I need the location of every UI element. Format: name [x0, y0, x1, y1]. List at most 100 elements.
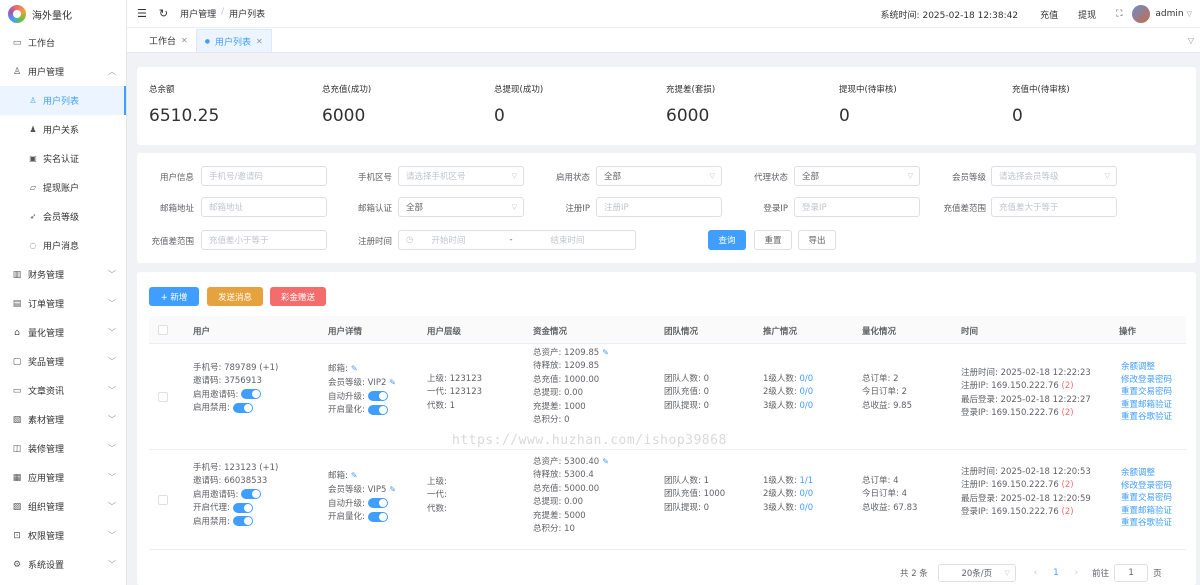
close-icon[interactable]: ✕	[256, 37, 263, 46]
sidebar-item-org[interactable]: ▨ 组织管理 ﹀	[0, 492, 126, 521]
current-page[interactable]: 1	[1053, 568, 1058, 578]
sidebar-subitem-chat[interactable]: ◌ 用户消息	[0, 231, 126, 260]
sidebar-item-order[interactable]: ▤ 订单管理 ﹀	[0, 289, 126, 318]
select-all-checkbox[interactable]	[158, 325, 168, 335]
tab-dashboard[interactable]: 工作台 ✕	[141, 29, 196, 52]
member-level-select[interactable]: 请选择会员等级 ▽	[991, 166, 1117, 186]
edit-icon[interactable]: ✎	[389, 378, 396, 387]
operation-link[interactable]: 修改登录密码	[1121, 480, 1172, 493]
toggle-switch[interactable]	[367, 391, 388, 402]
refresh-icon[interactable]: ↻	[159, 7, 168, 20]
sidebar-item-settings[interactable]: ⚙ 系统设置 ﹀	[0, 550, 126, 579]
sidebar-item-quant[interactable]: ⌂ 量化管理 ﹀	[0, 318, 126, 347]
sidebar-subitem-user-relation[interactable]: ♟ 用户关系	[0, 115, 126, 144]
sidebar-item-article[interactable]: ▭ 文章资讯 ﹀	[0, 376, 126, 405]
edit-icon[interactable]: ✎	[351, 364, 358, 373]
edit-icon[interactable]: ✎	[389, 485, 396, 494]
edit-icon[interactable]: ✎	[351, 471, 358, 480]
promo-value[interactable]: 0/0	[799, 387, 813, 397]
operation-link[interactable]: 重置交易密码	[1121, 492, 1172, 505]
email-verify-select[interactable]: 全部 ▽	[398, 197, 524, 217]
menu-toggle-icon[interactable]: ☰	[137, 7, 147, 20]
stat-card: 充值中(待审核) 0	[1012, 83, 1070, 126]
next-page-icon[interactable]: ›	[1075, 568, 1078, 578]
add-button[interactable]: + 新增	[149, 287, 199, 306]
promo-value[interactable]: 0/0	[799, 401, 813, 411]
tab-user-list[interactable]: ● 用户列表 ✕	[195, 29, 272, 52]
promo-value[interactable]: 0/0	[799, 503, 813, 513]
operation-link[interactable]: 重置邮箱验证	[1121, 399, 1172, 412]
operation-link[interactable]: 余额调整	[1121, 467, 1172, 480]
toggle-switch[interactable]	[232, 402, 253, 413]
team-field: 团队提现: 0	[664, 502, 709, 513]
fullscreen-icon[interactable]: ⛶	[1116, 9, 1122, 19]
prev-page-icon[interactable]: ‹	[1034, 568, 1037, 578]
query-button[interactable]: 查询	[708, 230, 746, 250]
toggle-switch[interactable]	[232, 502, 253, 513]
toggle-switch[interactable]	[367, 404, 388, 415]
promo-value[interactable]: 1/1	[799, 476, 813, 486]
close-icon[interactable]: ✕	[181, 36, 188, 45]
promo-value[interactable]: 0/0	[799, 489, 813, 499]
row-checkbox[interactable]	[158, 392, 168, 402]
toggle-switch[interactable]	[232, 516, 253, 527]
toggle-switch[interactable]	[367, 498, 388, 509]
sidebar-item-decorate[interactable]: ◫ 装修管理 ﹀	[0, 434, 126, 463]
sidebar-subitem-folder[interactable]: ▱ 提现账户	[0, 173, 126, 202]
sidebar-item-material[interactable]: ▧ 素材管理 ﹀	[0, 405, 126, 434]
edit-icon[interactable]: ✎	[602, 348, 609, 357]
login-ip-input[interactable]: 登录IP	[794, 197, 920, 217]
toggle-switch[interactable]	[241, 389, 262, 400]
breadcrumb-item[interactable]: 用户管理	[180, 7, 216, 20]
operation-link[interactable]: 重置谷歌验证	[1121, 517, 1172, 530]
row-checkbox[interactable]	[158, 495, 168, 505]
phone-area-select[interactable]: 请选择手机区号 ▽	[398, 166, 524, 186]
sidebar-item-gift[interactable]: ▢ 奖品管理 ﹀	[0, 347, 126, 376]
goto-page-input[interactable]: 1	[1114, 564, 1149, 582]
member-level-label: 会员等级	[951, 173, 986, 183]
sidebar-subitem-idcard[interactable]: ▣ 实名认证	[0, 144, 126, 173]
email-address-input[interactable]: 邮箱地址	[201, 197, 327, 217]
sidebar-subitem-user-list[interactable]: ♙ 用户列表	[0, 86, 126, 115]
export-button[interactable]: 导出	[798, 230, 836, 250]
page-size-select[interactable]: 20条/页 ▽	[937, 564, 1016, 582]
bonus-button[interactable]: 彩金赠送	[270, 287, 326, 306]
sidebar-item-lock[interactable]: ⊡ 权限管理 ﹀	[0, 521, 126, 550]
operation-link[interactable]: 重置谷歌验证	[1121, 411, 1172, 424]
avatar[interactable]	[1132, 5, 1151, 23]
brand[interactable]: 海外量化	[0, 0, 126, 28]
recharge-diff-max-input[interactable]: 充值差小于等于	[201, 230, 327, 250]
sidebar-item-label: 财务管理	[28, 271, 65, 281]
recharge-link[interactable]: 充值	[1040, 8, 1058, 21]
end-time-input[interactable]: 结束时间	[551, 234, 585, 246]
edit-icon[interactable]: ✎	[602, 457, 609, 466]
tabs-more-icon[interactable]: ▽	[1188, 36, 1194, 45]
operation-link[interactable]: 重置邮箱验证	[1121, 505, 1172, 518]
user-info-input[interactable]: 手机号/邀请码	[201, 166, 327, 186]
sidebar-subitem-label: 用户消息	[43, 242, 80, 252]
user-detail-cell-line: 邮箱: ✎	[328, 362, 396, 376]
recharge-diff-min-input[interactable]: 充值差大于等于	[991, 197, 1117, 217]
operation-link[interactable]: 余额调整	[1121, 361, 1172, 374]
operation-link[interactable]: 修改登录密码	[1121, 374, 1172, 387]
toggle-switch[interactable]	[367, 511, 388, 522]
withdraw-link[interactable]: 提现	[1078, 8, 1096, 21]
start-time-input[interactable]: 开始时间	[431, 234, 465, 246]
send-message-button[interactable]: 发送消息	[207, 287, 263, 306]
operation-link[interactable]: 重置交易密码	[1121, 386, 1172, 399]
promo-value[interactable]: 0/0	[799, 374, 813, 384]
register-ip-input[interactable]: 注册IP	[596, 197, 722, 217]
sidebar-subitem-rocket[interactable]: ➶ 会员等级	[0, 202, 126, 231]
agent-status-select[interactable]: 全部 ▽	[794, 166, 920, 186]
sidebar-item-app[interactable]: ▦ 应用管理 ﹀	[0, 463, 126, 492]
sidebar-item-user-management[interactable]: ♙ 用户管理 ︿	[0, 57, 126, 86]
reset-button[interactable]: 重置	[754, 230, 792, 250]
register-time-range[interactable]: ◷ 开始时间 - 结束时间	[398, 230, 636, 250]
enable-status-select[interactable]: 全部 ▽	[596, 166, 722, 186]
user-name[interactable]: admin	[1155, 9, 1183, 19]
user-detail-cell: 邮箱: ✎ 会员等级: VIP5 ✎ 自动升级: 开启量化:	[328, 469, 396, 525]
toggle-switch[interactable]	[241, 489, 262, 500]
sidebar-item-chart[interactable]: ▥ 财务管理 ﹀	[0, 260, 126, 289]
sidebar-item-dashboard[interactable]: ▭ 工作台	[0, 28, 126, 57]
user-dropdown-icon[interactable]: ▽	[1187, 10, 1192, 18]
